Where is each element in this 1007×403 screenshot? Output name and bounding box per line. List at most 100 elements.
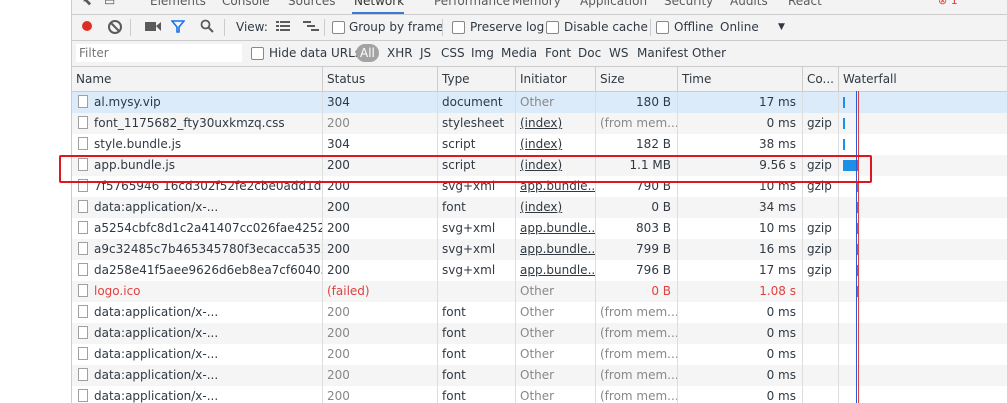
cell-initiator[interactable]: Other [515,344,595,365]
cell-initiator[interactable]: Other [515,281,595,302]
filter-icon[interactable] [171,20,185,33]
table-row[interactable]: data:application/x-... 200 font Other (from … [72,302,1007,323]
request-name[interactable]: data:application/x-... [94,386,218,403]
cell-initiator[interactable]: Other [515,365,595,386]
table-row[interactable]: logo.ico (failed) Other 0 B 1.08 s [72,281,1007,302]
cell-time: 0 ms [677,113,802,134]
cell-initiator[interactable]: app.bundle... [515,260,595,281]
filter-doc[interactable]: Doc [578,46,601,60]
cell-size: (from mem... [595,302,677,323]
request-name[interactable]: da258e41f5aee9626d6eb8ea7cf60405.svg [94,260,322,281]
error-badge[interactable]: ⊗ 1 [938,0,958,7]
request-name[interactable]: style.bundle.js [94,134,181,155]
cell-initiator[interactable]: (index) [515,113,595,134]
filter-css[interactable]: CSS [441,46,465,60]
column-initiator[interactable]: Initiator [515,67,595,91]
table-row[interactable]: al.mysy.vip 304 document Other 180 B 17 ms [72,92,1007,113]
request-name[interactable]: logo.ico [94,281,141,302]
table-row[interactable]: style.bundle.js 304 script (index) 182 B 38 m… [72,134,1007,155]
table-row[interactable]: data:application/x-... 200 font Other (from … [72,323,1007,344]
table-row[interactable]: data:application/x-... 200 font (index) 0 B3… [72,197,1007,218]
filter-input[interactable] [76,44,242,62]
request-name[interactable]: data:application/x-... [94,365,218,386]
preserve-log-label: Preserve log [470,20,545,34]
cell-type: script [437,134,515,155]
column-status[interactable]: Status [322,67,437,91]
column-type[interactable]: Type [437,67,515,91]
table-row[interactable]: a5254cbfc8d1c2a41407cc026fae4252.svg200s… [72,218,1007,239]
filter-manifest[interactable]: Manifest [637,46,688,60]
cell-initiator[interactable]: app.bundle... [515,218,595,239]
table-row[interactable]: data:application/x-... 200 font Other (from … [72,365,1007,386]
column-time[interactable]: Time [677,67,802,91]
cell-type: stylesheet [437,113,515,134]
chevron-down-icon[interactable]: ▼ [778,22,785,32]
tab-network[interactable]: Network [354,0,404,8]
request-name[interactable]: data:application/x-... [94,302,218,323]
tab-performance[interactable]: Performance [434,0,510,8]
request-name[interactable]: data:application/x-... [94,344,218,365]
request-name[interactable]: data:application/x-... [94,323,218,344]
group-by-frame-label: Group by frame [349,20,444,34]
request-name[interactable]: data:application/x-... [94,197,218,218]
filter-media[interactable]: Media [501,46,537,60]
request-name[interactable]: al.mysy.vip [94,92,161,113]
load-event-line [858,91,859,403]
tab-audits[interactable]: Audits [730,0,768,8]
hide-data-urls-checkbox[interactable] [251,47,264,60]
cell-size: (from mem... [595,113,677,134]
group-by-frame-checkbox[interactable] [332,21,345,34]
filter-ws[interactable]: WS [609,46,628,60]
screenshot-camera-icon[interactable] [145,21,161,32]
tab-application[interactable]: Application [580,0,647,8]
filter-all-button[interactable]: All [356,44,379,62]
filter-js[interactable]: JS [420,46,431,60]
cell-initiator[interactable]: Other [515,92,595,113]
cell-waterfall [838,92,1007,113]
cell-initiator[interactable]: Other [515,386,595,403]
toolbar-separator [130,19,131,36]
request-name[interactable]: font_1175682_fty30uxkmzq.css [94,113,285,134]
cell-initiator[interactable]: Other [515,302,595,323]
disable-cache-checkbox[interactable] [546,21,559,34]
filter-other[interactable]: Other [692,46,726,60]
select-element-icon[interactable]: ⬉ [82,0,92,8]
cell-type: document [437,92,515,113]
tab-memory[interactable]: Memory [512,0,561,8]
column-waterfall[interactable]: Waterfall [838,67,1007,91]
tab-sources[interactable]: Sources [288,0,335,8]
column-name[interactable]: Name [72,67,322,91]
cell-co [802,197,838,218]
filter-font[interactable]: Font [545,46,571,60]
device-toggle-icon[interactable]: ▭ [104,0,115,8]
cell-co [802,281,838,302]
request-name[interactable]: a5254cbfc8d1c2a41407cc026fae4252.svg [94,218,322,239]
column-size[interactable]: Size [595,67,677,91]
table-row[interactable]: data:application/x-... 200 font Other (from … [72,386,1007,403]
table-row[interactable]: da258e41f5aee9626d6eb8ea7cf60405.svg200s… [72,260,1007,281]
clear-icon[interactable] [108,20,122,34]
table-row[interactable]: data:application/x-... 200 font Other (from … [72,344,1007,365]
overview-icon[interactable] [303,21,319,32]
column-content-encoding[interactable]: Co... [802,67,838,91]
preserve-log-checkbox[interactable] [452,21,465,34]
large-rows-icon[interactable] [276,21,290,32]
cell-initiator[interactable]: app.bundle... [515,239,595,260]
tab-security[interactable]: Security [664,0,713,8]
cell-initiator[interactable]: (index) [515,197,595,218]
filter-img[interactable]: Img [471,46,494,60]
table-row[interactable]: a9c32485c7b465345780f3ecacca5352.svg200s… [72,239,1007,260]
cell-time: 0 ms [677,323,802,344]
filter-xhr[interactable]: XHR [387,46,413,60]
search-icon[interactable] [200,19,214,33]
tab-console[interactable]: Console [222,0,270,8]
table-row[interactable]: font_1175682_fty30uxkmzq.css 200 styleshee… [72,113,1007,134]
throttling-select[interactable]: Online [720,20,759,34]
record-icon[interactable] [81,20,93,32]
request-name[interactable]: a9c32485c7b465345780f3ecacca5352.svg [94,239,322,260]
offline-checkbox[interactable] [656,21,669,34]
cell-initiator[interactable]: Other [515,323,595,344]
tab-react[interactable]: React [788,0,822,8]
cell-initiator[interactable]: (index) [515,134,595,155]
tab-elements[interactable]: Elements [150,0,206,8]
